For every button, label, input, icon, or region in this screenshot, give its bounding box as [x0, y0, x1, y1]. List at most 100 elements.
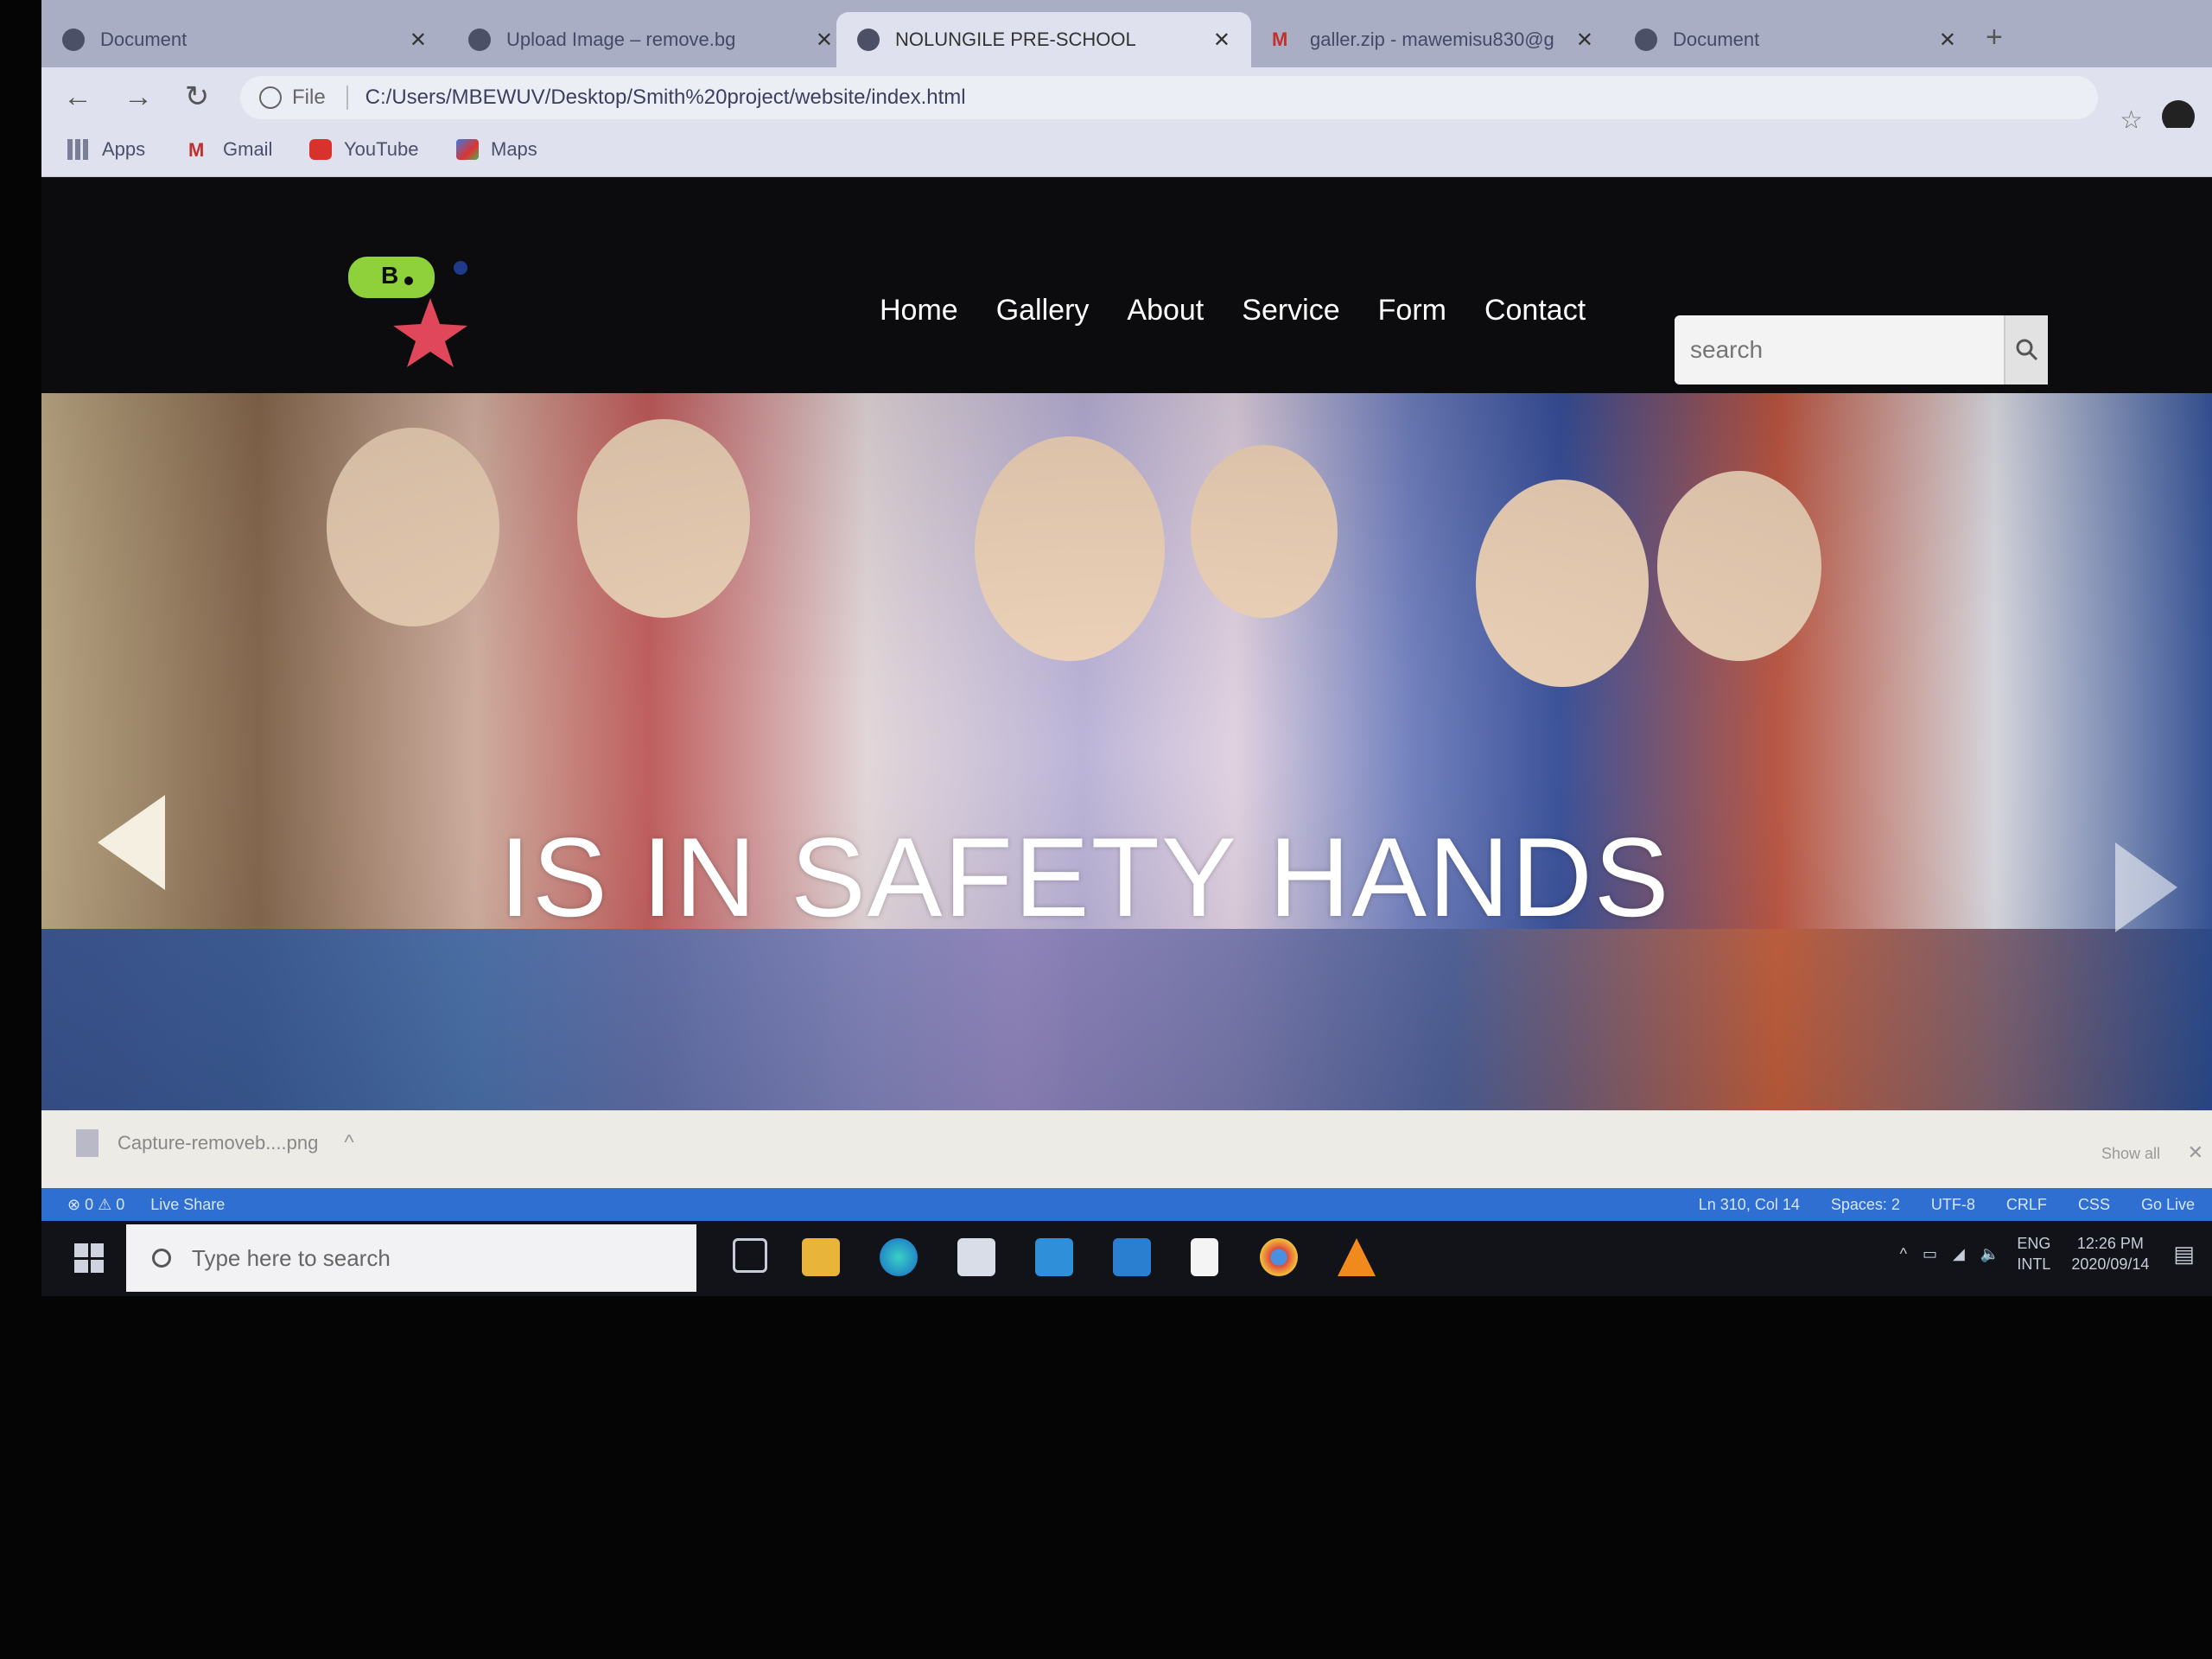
chevron-up-icon[interactable]: ^ — [344, 1131, 353, 1155]
tab-remove-bg[interactable]: Upload Image – remove.bg ✕ — [448, 12, 854, 67]
main-nav: Home Gallery About Service Form Contact — [880, 294, 1624, 327]
vscode-icon[interactable] — [1113, 1238, 1151, 1276]
line-ending-setting[interactable]: CRLF — [2006, 1196, 2047, 1214]
notepad-icon[interactable] — [1191, 1238, 1218, 1276]
vlc-icon[interactable] — [1338, 1238, 1376, 1276]
problems-indicator[interactable]: ⊗ 0 ⚠ 0 — [67, 1196, 124, 1214]
apps-grid-icon — [67, 139, 90, 160]
nav-gallery[interactable]: Gallery — [996, 294, 1090, 327]
reload-icon[interactable]: ↻ — [178, 78, 216, 116]
bookmark-youtube[interactable]: YouTube — [309, 138, 418, 161]
slider-prev-arrow-icon[interactable] — [98, 795, 165, 890]
encoding-setting[interactable]: UTF-8 — [1931, 1196, 1975, 1214]
tab-gmail[interactable]: M galler.zip - mawemisu830@g ✕ — [1251, 12, 1614, 67]
download-item[interactable]: Capture-removeb....png ^ — [76, 1129, 354, 1157]
tab-title: galler.zip - mawemisu830@g — [1310, 29, 1554, 50]
file-icon — [76, 1129, 99, 1157]
store-icon[interactable] — [957, 1238, 995, 1276]
bookmark-label: Apps — [102, 138, 146, 160]
tab-title: Upload Image – remove.bg — [506, 29, 736, 50]
close-icon[interactable]: ✕ — [1939, 28, 1956, 53]
download-filename: Capture-removeb....png — [118, 1132, 319, 1154]
close-icon[interactable]: ✕ — [1213, 28, 1230, 53]
close-icon[interactable]: ✕ — [2188, 1141, 2203, 1164]
hero-overlay — [41, 393, 2212, 1110]
taskbar-search[interactable]: Type here to search — [126, 1224, 696, 1292]
divider — [346, 86, 348, 110]
search-input[interactable] — [1675, 319, 2004, 381]
nav-service[interactable]: Service — [1242, 294, 1339, 327]
close-icon[interactable]: ✕ — [1576, 28, 1593, 53]
file-explorer-icon[interactable] — [802, 1238, 840, 1276]
logo-graphic — [348, 257, 467, 367]
indentation-setting[interactable]: Spaces: 2 — [1831, 1196, 1900, 1214]
notifications-icon[interactable]: ▤ — [2173, 1241, 2195, 1268]
volume-icon[interactable]: 🔈 — [1980, 1245, 1999, 1263]
site-search — [1675, 315, 2048, 385]
tab-title: NOLUNGILE PRE-SCHOOL — [895, 29, 1136, 50]
tab-nolungile-pre-school[interactable]: NOLUNGILE PRE-SCHOOL ✕ — [836, 12, 1251, 67]
globe-icon — [62, 29, 85, 51]
chrome-icon[interactable] — [1260, 1238, 1298, 1276]
cursor-position[interactable]: Ln 310, Col 14 — [1699, 1196, 1800, 1214]
clock-time: 12:26 PM — [2076, 1235, 2144, 1252]
taskbar-search-placeholder: Type here to search — [192, 1244, 391, 1271]
close-icon[interactable]: ✕ — [816, 28, 833, 53]
search-icon — [2016, 339, 2037, 361]
browser-tab-strip: Document ✕ Upload Image – remove.bg ✕ NO… — [41, 0, 2212, 67]
hero-slider: IS IN SAFETY HANDS — [41, 393, 2212, 1110]
logo-letter: B — [381, 262, 399, 289]
go-live-button[interactable]: Go Live — [2141, 1196, 2195, 1214]
youtube-icon — [309, 139, 332, 160]
bookmarks-bar: Apps M Gmail YouTube Maps — [41, 128, 2212, 177]
globe-icon — [1635, 29, 1657, 51]
language-mode[interactable]: CSS — [2078, 1196, 2110, 1214]
bookmark-label: YouTube — [344, 138, 419, 160]
downloads-bar: Capture-removeb....png ^ Show all ✕ — [41, 1110, 2212, 1188]
file-chip: File — [292, 86, 326, 109]
forward-arrow-icon[interactable]: → — [119, 78, 157, 116]
clock-date: 2020/09/14 — [2071, 1255, 2150, 1273]
tab-title: Document — [1673, 29, 1760, 50]
bookmark-apps[interactable]: Apps — [67, 138, 145, 161]
edge-browser-icon[interactable] — [880, 1238, 918, 1276]
remove-bg-icon — [468, 29, 491, 51]
system-clock[interactable]: 12:26 PM 2020/09/14 — [2071, 1233, 2149, 1274]
nav-contact[interactable]: Contact — [1484, 294, 1586, 327]
tab-document-1[interactable]: Document ✕ — [41, 12, 448, 67]
nav-form[interactable]: Form — [1378, 294, 1446, 327]
close-icon[interactable]: ✕ — [410, 28, 427, 53]
address-bar[interactable]: File C:/Users/MBEWUV/Desktop/Smith%20pro… — [240, 76, 2098, 119]
language-code: ENG — [2017, 1235, 2051, 1252]
language-indicator[interactable]: ENG INTL — [2017, 1233, 2050, 1274]
url-text: C:/Users/MBEWUV/Desktop/Smith%20project/… — [365, 86, 966, 109]
browser-toolbar: ← → ↻ File C:/Users/MBEWUV/Desktop/Smith… — [41, 67, 2212, 135]
back-arrow-icon[interactable]: ← — [59, 78, 97, 116]
gmail-icon: M — [188, 139, 205, 161]
monitor-screen: Document ✕ Upload Image – remove.bg ✕ NO… — [41, 0, 2212, 1296]
vscode-status-bar: ⊗ 0 ⚠ 0 Live Share Ln 310, Col 14 Spaces… — [41, 1188, 2212, 1221]
network-icon[interactable]: ◢ — [1953, 1245, 1965, 1263]
bookmark-label: Maps — [491, 138, 537, 160]
info-icon[interactable] — [259, 86, 282, 109]
show-all-link[interactable]: Show all — [2101, 1145, 2160, 1163]
bookmark-gmail[interactable]: M Gmail — [188, 138, 272, 161]
site-logo[interactable]: B — [340, 246, 547, 367]
windows-start-icon[interactable] — [74, 1243, 104, 1273]
new-tab-icon[interactable]: + — [1986, 21, 2003, 54]
bookmark-maps[interactable]: Maps — [456, 138, 537, 161]
windows-taskbar: Type here to search ^ ▭ ◢ 🔈 ENG INTL 12:… — [41, 1221, 2212, 1296]
bookmark-label: Gmail — [223, 138, 273, 160]
chevron-up-icon[interactable]: ^ — [1900, 1245, 1907, 1263]
tab-document-2[interactable]: Document ✕ — [1614, 12, 1977, 67]
maps-icon — [456, 139, 479, 160]
nav-home[interactable]: Home — [880, 294, 958, 327]
nav-about[interactable]: About — [1127, 294, 1204, 327]
battery-icon[interactable]: ▭ — [1923, 1245, 1937, 1263]
live-share-button[interactable]: Live Share — [150, 1196, 225, 1214]
mail-icon[interactable] — [1035, 1238, 1073, 1276]
search-button[interactable] — [2004, 315, 2048, 385]
slider-next-arrow-icon[interactable] — [2115, 842, 2177, 932]
site-header: B Home Gallery About Service Form Contac… — [41, 177, 2212, 410]
task-view-icon[interactable] — [733, 1238, 767, 1273]
